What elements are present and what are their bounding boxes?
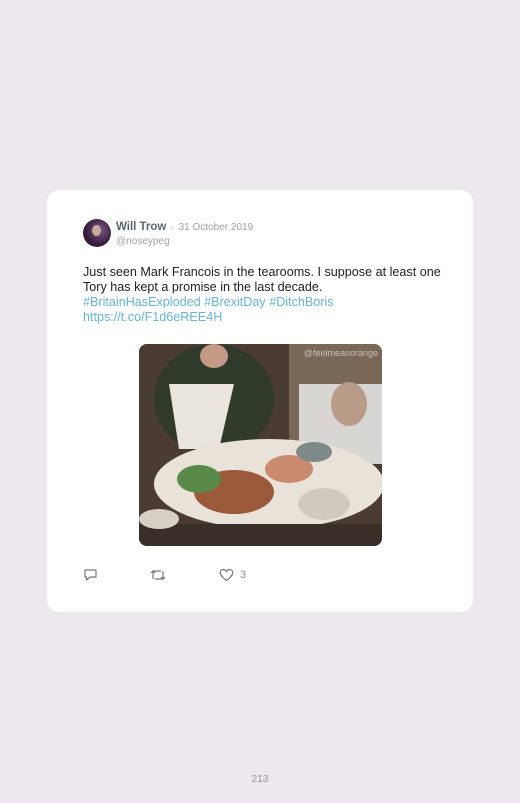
retweet-icon — [150, 570, 166, 580]
tweet-date[interactable]: 31 October 2019 — [179, 222, 254, 233]
page-number: 213 — [251, 774, 269, 785]
tweet-card: Will Trow · 31 October 2019 @noseypeg Ju… — [47, 190, 473, 612]
speech-bubble-icon — [84, 569, 97, 581]
media-image — [139, 344, 382, 546]
tweet-header: Will Trow · 31 October 2019 @noseypeg — [116, 219, 253, 249]
tweet-hashtags[interactable]: #BritainHasExploded #BrexitDay #DitchBor… — [83, 295, 334, 309]
author-handle[interactable]: @noseypeg — [116, 235, 253, 249]
tweet-body: Just seen Mark Francois in the tearooms.… — [83, 265, 441, 294]
like-button[interactable]: 3 — [219, 568, 246, 582]
avatar[interactable] — [83, 219, 111, 247]
header-separator: · — [170, 222, 175, 233]
author-name[interactable]: Will Trow — [116, 221, 166, 233]
tweet-link[interactable]: https://t.co/F1d6eREE4H — [83, 310, 222, 324]
tweet-media[interactable]: @feelmeanorange — [139, 344, 382, 546]
heart-icon — [219, 568, 234, 582]
like-count: 3 — [240, 569, 247, 581]
tweet-text-block: Just seen Mark Francois in the tearooms.… — [83, 265, 443, 325]
retweet-button[interactable] — [150, 568, 166, 582]
media-watermark: @feelmeanorange — [303, 348, 378, 358]
reply-button[interactable] — [83, 568, 98, 582]
